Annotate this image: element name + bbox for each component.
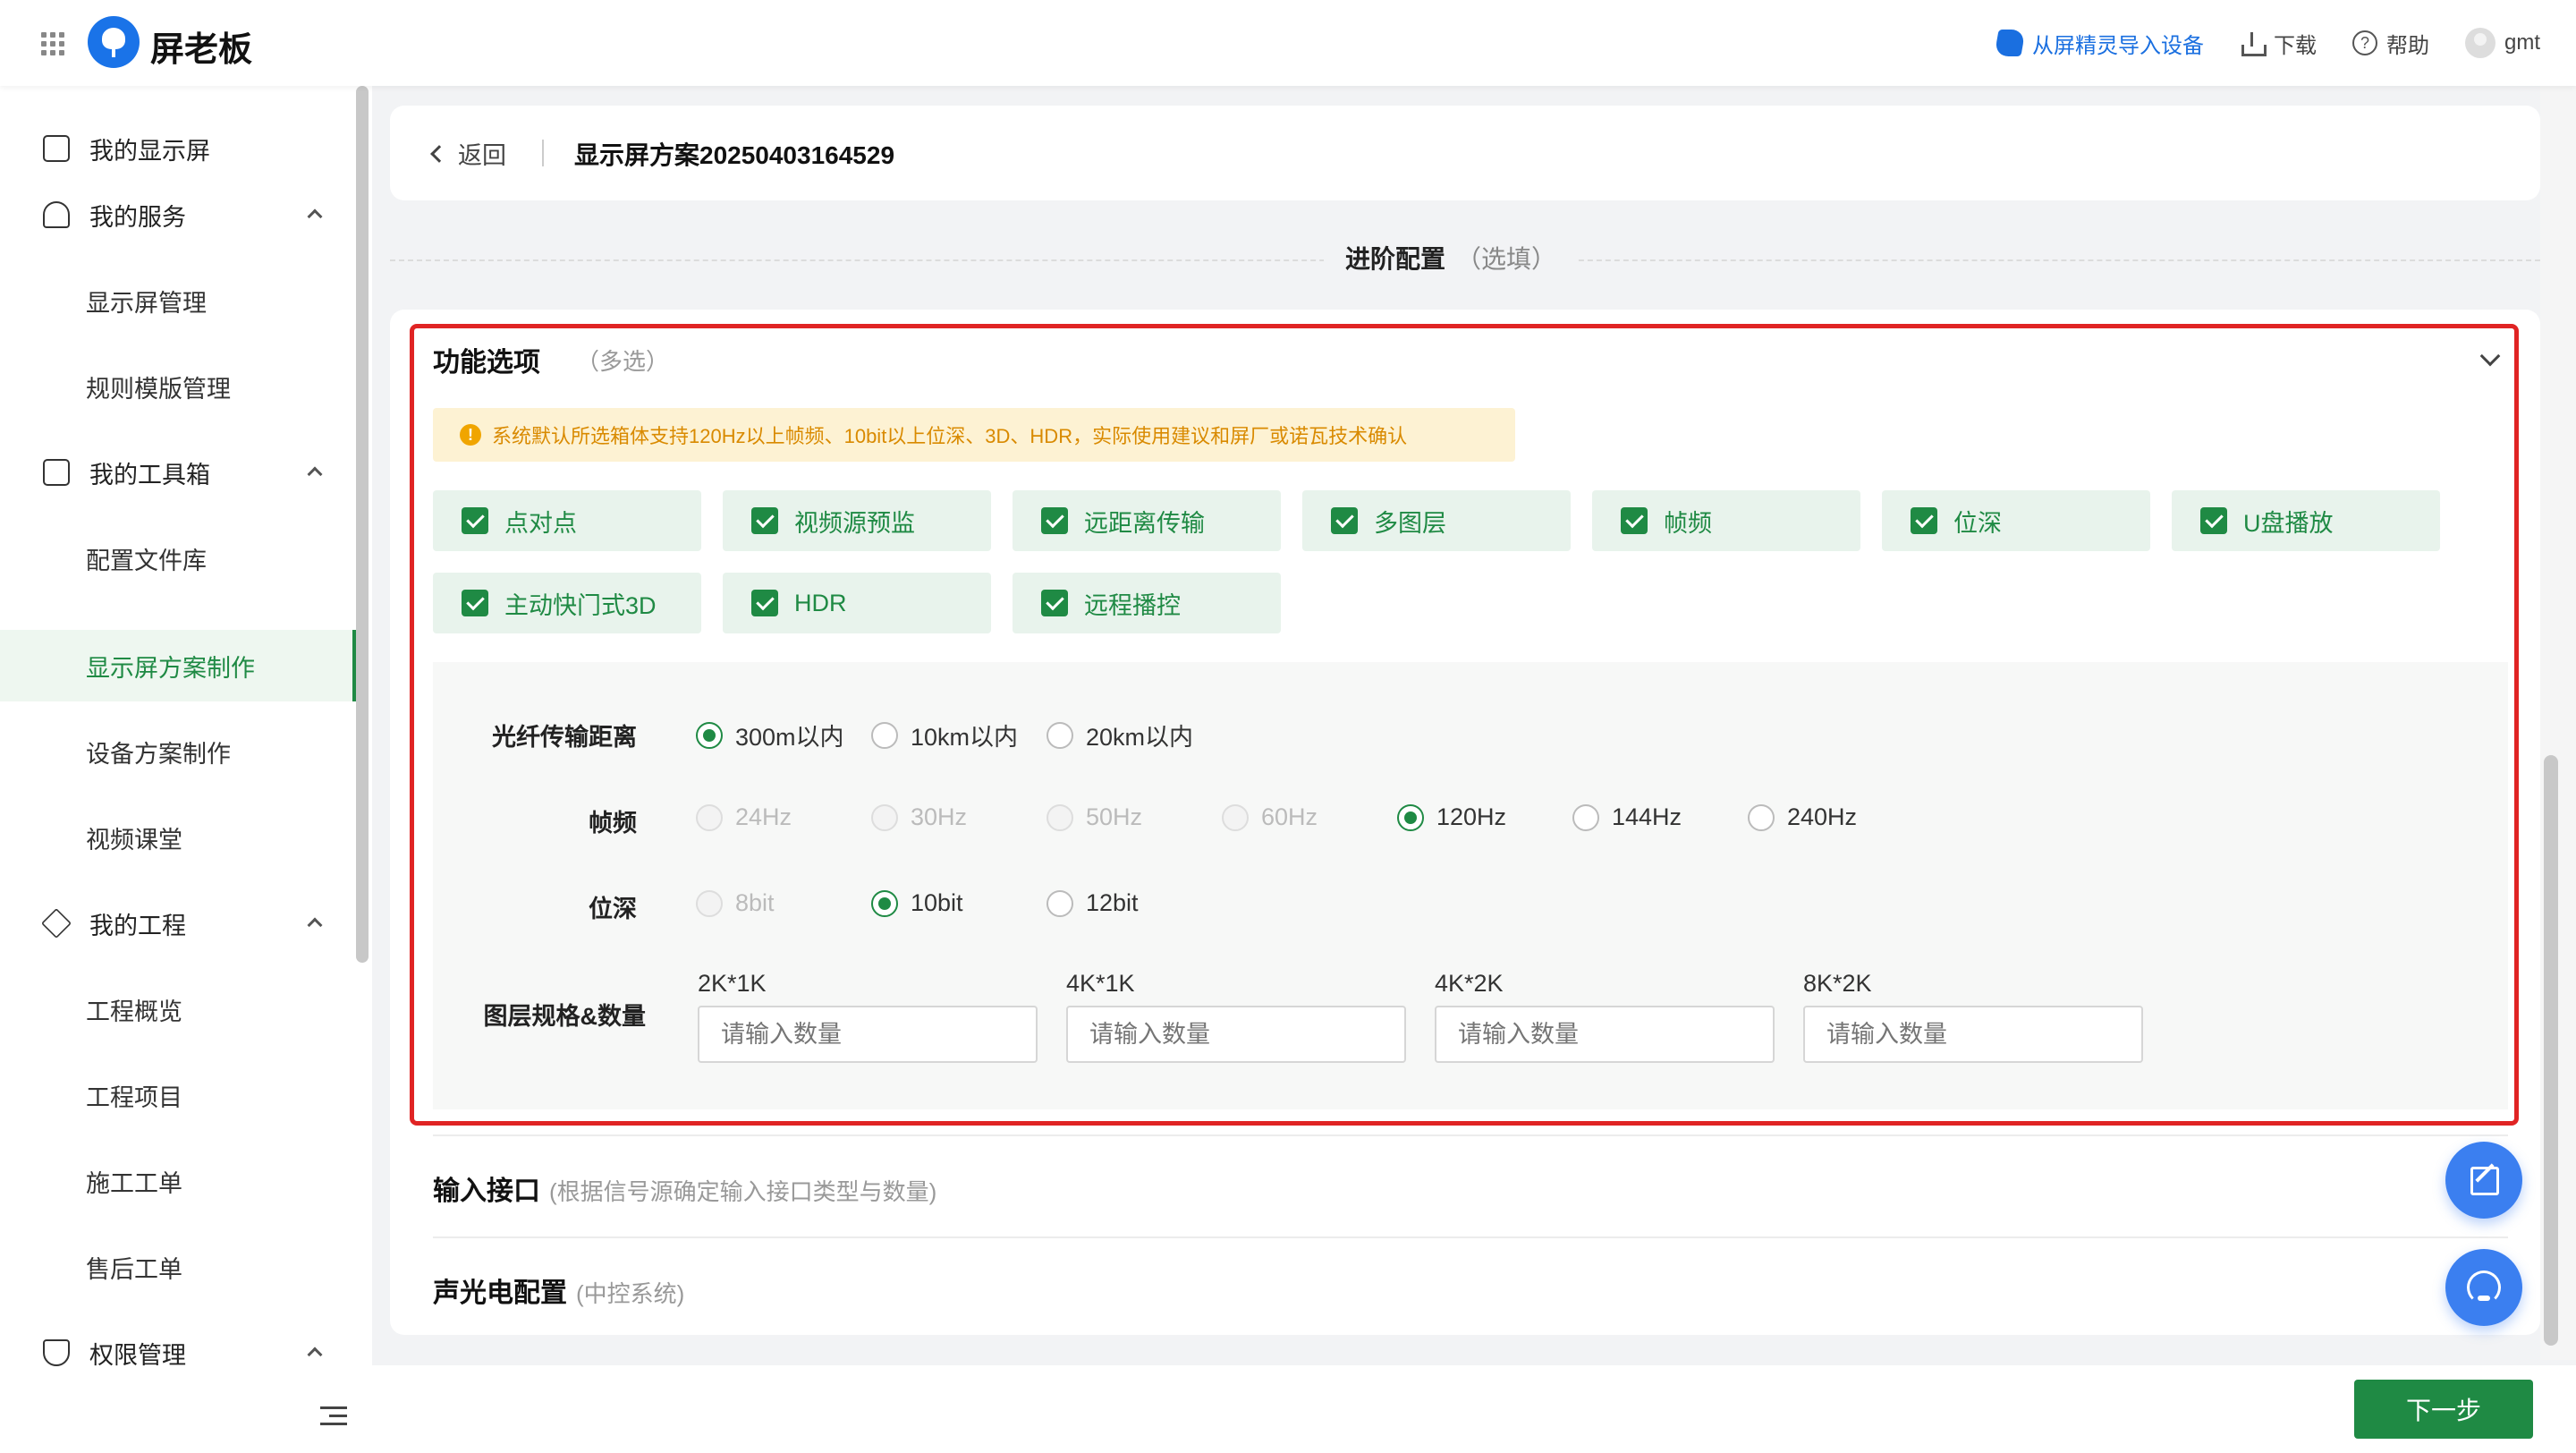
sidebar-item-my-services[interactable]: 我的服务 (0, 179, 356, 251)
back-label: 返回 (458, 142, 506, 169)
chevron-up-icon (307, 1347, 323, 1363)
help-icon: ? (2351, 30, 2377, 55)
sidebar-item-device-plan[interactable]: 设备方案制作 (0, 716, 356, 787)
download-icon (2240, 30, 2267, 56)
sidebar-item-display-plan[interactable]: 显示屏方案制作 (0, 630, 356, 701)
sidebar-item-projects[interactable]: 工程项目 (0, 1059, 356, 1131)
input-port-subtitle: (根据信号源确定输入接口类型与数量) (549, 1178, 937, 1205)
sidebar-item-label: 配置文件库 (86, 547, 207, 574)
sidebar-item-label: 工程项目 (86, 1083, 182, 1111)
app-grid-icon[interactable] (41, 32, 64, 55)
user-name: gmt (2504, 30, 2540, 55)
chevron-up-icon (307, 208, 323, 225)
av-config-subtitle: (中控系统) (576, 1280, 685, 1307)
sidebar-item-label: 施工工单 (86, 1169, 182, 1197)
main-scrollbar[interactable] (2540, 86, 2576, 1360)
sidebar-item-label: 我的显示屏 (89, 137, 210, 165)
monitor-icon (43, 135, 70, 162)
sidebar: 我的显示屏 我的服务 显示屏管理 规则模版管理 我的工具箱 配置文件库 显示屏方… (0, 86, 372, 1453)
input-port-section[interactable]: 输入接口 (根据信号源确定输入接口类型与数量) (433, 1168, 936, 1208)
sidebar-item-config-library[interactable]: 配置文件库 (0, 523, 356, 594)
sidebar-item-label: 设备方案制作 (86, 740, 231, 768)
import-devices-link[interactable]: 从屏精灵导入设备 (1994, 28, 2204, 59)
brand-name: 屏老板 (150, 31, 253, 69)
import-icon (1994, 30, 2026, 56)
sidebar-item-project-overview[interactable]: 工程概览 (0, 973, 356, 1045)
user-icon (43, 201, 70, 228)
chevron-left-icon (430, 144, 448, 163)
sidebar-item-label: 售后工单 (86, 1255, 182, 1283)
sidebar-item-rule-templates[interactable]: 规则模版管理 (0, 351, 356, 422)
chevron-up-icon (307, 466, 323, 482)
brand-logo-icon (88, 16, 140, 68)
sidebar-item-aftersales-orders[interactable]: 售后工单 (0, 1231, 356, 1303)
footer-bar (372, 1365, 2576, 1453)
sidebar-item-construction-orders[interactable]: 施工工单 (0, 1145, 356, 1217)
top-header: 屏老板 从屏精灵导入设备 下载 ? 帮助 gmt (0, 0, 2576, 86)
sidebar-item-display-management[interactable]: 显示屏管理 (0, 265, 356, 336)
chevron-up-icon (307, 917, 323, 933)
toolbox-icon (43, 459, 70, 486)
section-title-text: 进阶配置 (1345, 245, 1446, 273)
sidebar-item-label: 我的工程 (89, 912, 186, 939)
sidebar-item-label: 我的服务 (89, 203, 186, 231)
help-link[interactable]: ? 帮助 (2351, 28, 2429, 59)
sidebar-item-video-class[interactable]: 视频课堂 (0, 802, 356, 873)
section-title: 进阶配置 （选填） (1324, 240, 1579, 276)
support-fab-button[interactable] (2445, 1249, 2522, 1326)
back-button[interactable]: 返回 (430, 136, 506, 171)
layers-icon (41, 908, 72, 939)
page-title: 显示屏方案20250403164529 (574, 141, 895, 169)
collapse-sidebar-icon[interactable] (320, 1406, 347, 1428)
header-actions: 从屏精灵导入设备 下载 ? 帮助 gmt (1994, 0, 2540, 86)
sidebar-item-my-displays[interactable]: 我的显示屏 (0, 113, 356, 184)
sidebar-item-permissions[interactable]: 权限管理 (0, 1317, 356, 1389)
download-label: 下载 (2273, 33, 2317, 58)
highlight-box (410, 324, 2519, 1126)
sidebar-item-my-toolbox[interactable]: 我的工具箱 (0, 437, 356, 508)
divider (433, 1134, 2508, 1136)
download-link[interactable]: 下载 (2240, 28, 2317, 59)
sidebar-item-label: 权限管理 (89, 1341, 186, 1369)
sidebar-item-label: 工程概览 (86, 998, 182, 1025)
shield-icon (43, 1339, 70, 1366)
av-config-title: 声光电配置 (433, 1279, 567, 1308)
sidebar-item-label: 显示屏管理 (86, 289, 207, 317)
sidebar-item-label: 规则模版管理 (86, 375, 231, 403)
next-step-button[interactable]: 下一步 (2354, 1380, 2533, 1439)
sidebar-item-label: 显示屏方案制作 (86, 654, 255, 682)
section-subtitle: （选填） (1456, 245, 1557, 273)
import-devices-label: 从屏精灵导入设备 (2031, 33, 2204, 58)
avatar (2464, 28, 2496, 58)
sidebar-item-label: 视频课堂 (86, 826, 182, 854)
sidebar-item-my-projects[interactable]: 我的工程 (0, 888, 356, 959)
input-port-title: 输入接口 (433, 1177, 540, 1206)
page-topbar: 返回 显示屏方案20250403164529 (390, 106, 2540, 200)
divider (542, 140, 544, 166)
divider (433, 1236, 2508, 1238)
sidebar-scrollbar[interactable] (356, 86, 369, 963)
sidebar-item-label: 我的工具箱 (89, 461, 210, 489)
help-label: 帮助 (2385, 33, 2429, 58)
av-config-section[interactable]: 声光电配置 (中控系统) (433, 1270, 684, 1310)
edit-fab-button[interactable] (2445, 1142, 2522, 1219)
user-menu[interactable]: gmt (2464, 28, 2540, 58)
